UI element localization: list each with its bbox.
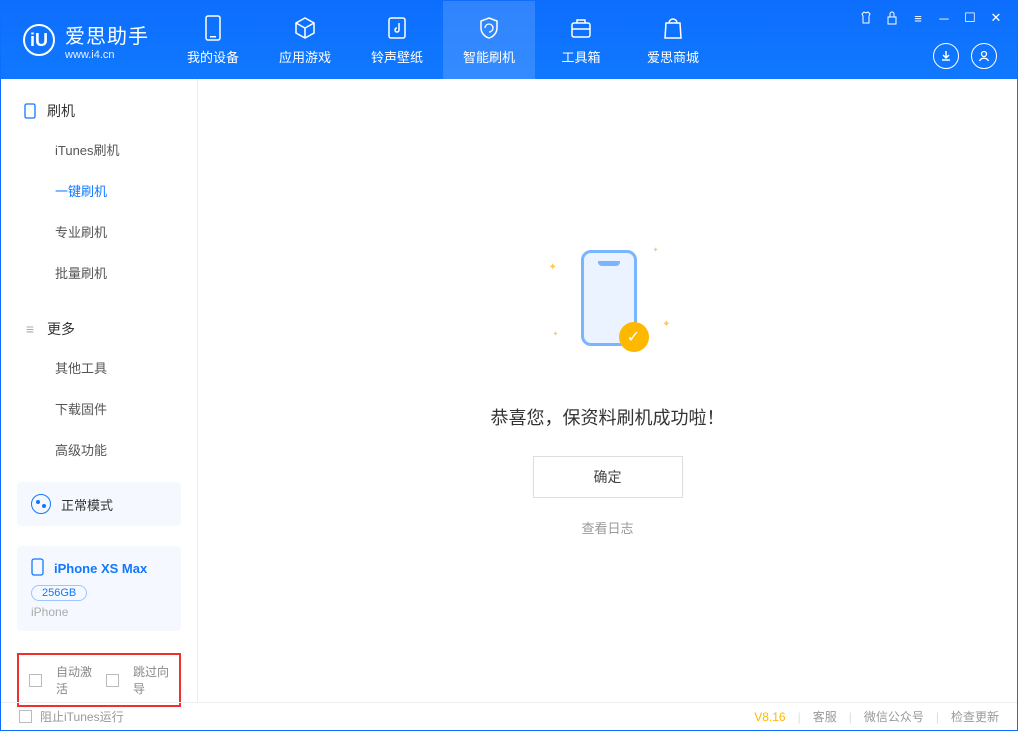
- minimize-icon[interactable]: ─: [937, 11, 951, 25]
- device-mode-label: 正常模式: [61, 495, 113, 514]
- list-icon: ≡: [23, 322, 37, 336]
- device-mode-box[interactable]: 正常模式: [17, 482, 181, 526]
- nav-wallpaper[interactable]: 铃声壁纸: [351, 1, 443, 79]
- section-title: 刷机: [47, 101, 75, 121]
- bag-icon: [660, 15, 686, 41]
- music-icon: [384, 15, 410, 41]
- auto-activate-label: 自动激活: [56, 663, 92, 697]
- sidebar: 刷机 iTunes刷机 一键刷机 专业刷机 批量刷机 ≡ 更多 其他工具 下载固…: [1, 79, 198, 702]
- sidebar-item-batch[interactable]: 批量刷机: [1, 252, 197, 293]
- device-type: iPhone: [31, 605, 167, 619]
- sidebar-item-other[interactable]: 其他工具: [1, 347, 197, 388]
- main-content: ✦ ✦ ✦ ✦ ✓ 恭喜您，保资料刷机成功啦！ 确定 查看日志: [198, 79, 1017, 702]
- skip-guide-checkbox[interactable]: [106, 674, 119, 687]
- phone-small-icon: [31, 558, 44, 579]
- storage-badge: 256GB: [31, 585, 87, 601]
- app-url: www.i4.cn: [65, 49, 149, 61]
- sidebar-section-flash: 刷机: [1, 93, 197, 129]
- maximize-icon[interactable]: ☐: [963, 11, 977, 25]
- view-log-link[interactable]: 查看日志: [581, 518, 633, 537]
- window-controls: ≡ ─ ☐ ✕: [859, 11, 1003, 25]
- nav-label: 智能刷机: [463, 47, 515, 66]
- nav-label: 应用游戏: [279, 47, 331, 66]
- footer: 阻止iTunes运行 V8.16 | 客服 | 微信公众号 | 检查更新: [1, 702, 1017, 730]
- support-link[interactable]: 客服: [813, 708, 837, 725]
- menu-icon[interactable]: ≡: [911, 11, 925, 25]
- nav-store[interactable]: 爱思商城: [627, 1, 719, 79]
- briefcase-icon: [568, 15, 594, 41]
- sidebar-item-pro[interactable]: 专业刷机: [1, 211, 197, 252]
- checkmark-badge-icon: ✓: [619, 322, 649, 352]
- top-nav: 我的设备 应用游戏 铃声壁纸 智能刷机 工具箱 爱思商城: [167, 1, 719, 79]
- header-actions: [933, 43, 997, 69]
- sidebar-item-itunes[interactable]: iTunes刷机: [1, 129, 197, 170]
- auto-activate-checkbox[interactable]: [29, 674, 42, 687]
- section-title: 更多: [47, 319, 75, 339]
- nav-flash[interactable]: 智能刷机: [443, 1, 535, 79]
- app-header: iU 爱思助手 www.i4.cn 我的设备 应用游戏 铃声壁纸 智能刷机 工具…: [1, 1, 1017, 79]
- nav-toolbox[interactable]: 工具箱: [535, 1, 627, 79]
- nav-apps[interactable]: 应用游戏: [259, 1, 351, 79]
- version-label: V8.16: [754, 710, 785, 724]
- update-link[interactable]: 检查更新: [951, 708, 999, 725]
- lock-icon[interactable]: [885, 11, 899, 25]
- wechat-link[interactable]: 微信公众号: [864, 708, 924, 725]
- success-message: 恭喜您，保资料刷机成功啦！: [491, 404, 725, 430]
- user-button[interactable]: [971, 43, 997, 69]
- logo-area: iU 爱思助手 www.i4.cn: [1, 20, 167, 61]
- block-itunes-checkbox[interactable]: [19, 710, 32, 723]
- success-illustration: ✦ ✦ ✦ ✦ ✓: [563, 244, 653, 374]
- skip-guide-label: 跳过向导: [133, 663, 169, 697]
- sidebar-section-more: ≡ 更多: [1, 311, 197, 347]
- device-icon: [23, 104, 37, 118]
- nav-label: 爱思商城: [647, 47, 699, 66]
- shirt-icon[interactable]: [859, 11, 873, 25]
- device-name: iPhone XS Max: [54, 561, 147, 576]
- cube-icon: [292, 15, 318, 41]
- shield-refresh-icon: [476, 15, 502, 41]
- device-info-box[interactable]: iPhone XS Max 256GB iPhone: [17, 546, 181, 631]
- sidebar-item-oneclick[interactable]: 一键刷机: [1, 170, 197, 211]
- app-name: 爱思助手: [65, 20, 149, 49]
- mode-icon: [31, 494, 51, 514]
- download-button[interactable]: [933, 43, 959, 69]
- nav-label: 我的设备: [187, 47, 239, 66]
- block-itunes-label: 阻止iTunes运行: [40, 708, 124, 725]
- logo-icon: iU: [23, 24, 55, 56]
- phone-icon: [200, 15, 226, 41]
- close-icon[interactable]: ✕: [989, 11, 1003, 25]
- nav-label: 铃声壁纸: [371, 47, 423, 66]
- options-highlight-box: 自动激活 跳过向导: [17, 653, 181, 707]
- confirm-button[interactable]: 确定: [533, 456, 683, 498]
- sidebar-item-advanced[interactable]: 高级功能: [1, 429, 197, 470]
- nav-my-device[interactable]: 我的设备: [167, 1, 259, 79]
- nav-label: 工具箱: [561, 47, 600, 66]
- sidebar-item-firmware[interactable]: 下载固件: [1, 388, 197, 429]
